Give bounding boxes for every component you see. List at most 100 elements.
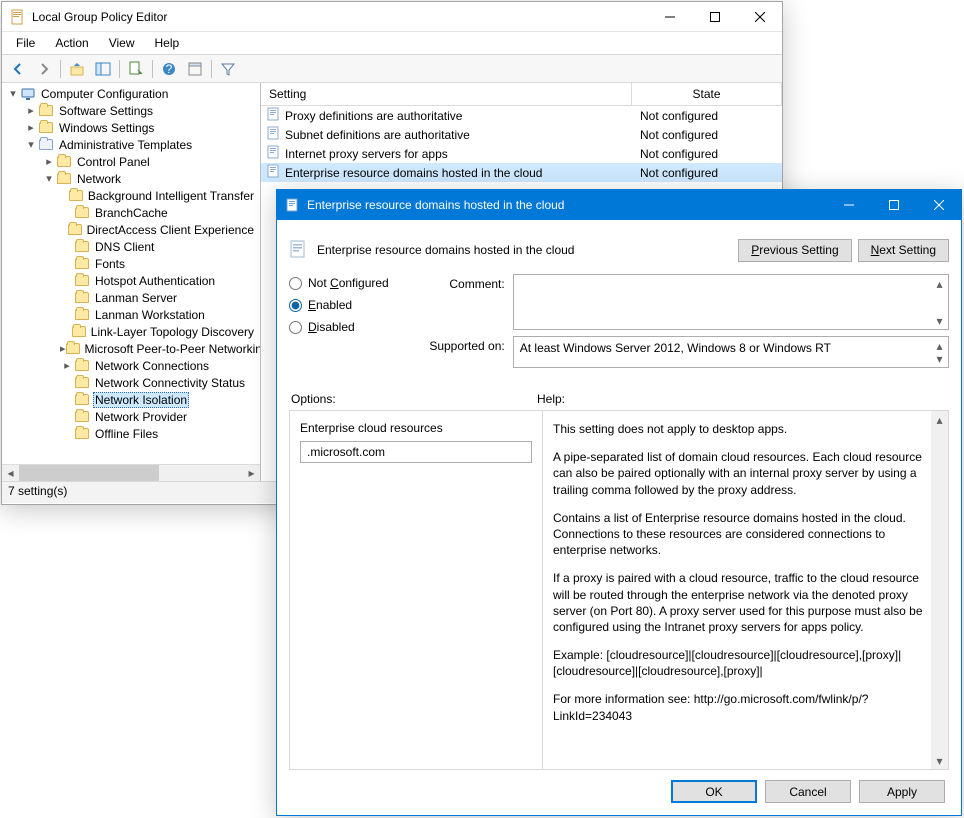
tree-node[interactable]: ▸Network Provider	[2, 408, 260, 425]
radio-enabled[interactable]: Enabled	[289, 298, 389, 312]
previous-setting-button[interactable]: Previous Setting	[738, 239, 851, 262]
list-row[interactable]: Internet proxy servers for appsNot confi…	[261, 144, 782, 163]
expand-icon[interactable]: ▸	[24, 104, 38, 117]
tree-node[interactable]: ▸Network Connections	[2, 357, 260, 374]
tree-node-label: Lanman Server	[93, 291, 179, 305]
setting-icon	[267, 107, 281, 124]
export-button[interactable]	[124, 58, 148, 80]
scroll-down-icon[interactable]: ▾	[931, 312, 948, 329]
help-label: Help:	[535, 388, 949, 410]
list-header[interactable]: Setting State	[261, 83, 782, 106]
scroll-up-icon[interactable]: ▴	[931, 275, 948, 292]
dlg-close-button[interactable]	[916, 190, 961, 220]
folder-icon	[74, 409, 90, 425]
tree-node[interactable]: ▸Microsoft Peer-to-Peer Networking	[2, 340, 260, 357]
comment-textbox[interactable]: ▴ ▾	[513, 274, 949, 330]
tree-node[interactable]: ▸DirectAccess Client Experience	[2, 221, 260, 238]
folder-icon	[69, 188, 83, 204]
enterprise-cloud-resources-input[interactable]	[300, 441, 532, 463]
up-button[interactable]	[65, 58, 89, 80]
col-setting[interactable]: Setting	[261, 83, 632, 105]
tree-node[interactable]: ▸Offline Files	[2, 425, 260, 442]
help-button[interactable]: ?	[157, 58, 181, 80]
expand-icon[interactable]: ▾	[24, 138, 38, 151]
setting-label: Enterprise resource domains hosted in th…	[285, 166, 542, 180]
setting-state: Not configured	[632, 166, 782, 180]
scroll-down-icon[interactable]: ▾	[931, 752, 948, 769]
tree-node[interactable]: ▸Fonts	[2, 255, 260, 272]
folder-icon	[38, 120, 54, 136]
dlg-title: Enterprise resource domains hosted in th…	[307, 198, 826, 212]
minimize-button[interactable]	[647, 2, 692, 31]
scroll-left-icon[interactable]: ◂	[2, 465, 19, 481]
dlg-minimize-button[interactable]	[826, 190, 871, 220]
dlg-titlebar[interactable]: Enterprise resource domains hosted in th…	[277, 190, 961, 220]
help-text: For more information see: http://go.micr…	[553, 691, 926, 723]
scroll-down-icon[interactable]: ▾	[931, 350, 948, 367]
tree-node[interactable]: ▸BranchCache	[2, 204, 260, 221]
tree-node[interactable]: ▸Windows Settings	[2, 119, 260, 136]
help-v-scrollbar[interactable]: ▴ ▾	[931, 411, 948, 769]
maximize-button[interactable]	[692, 2, 737, 31]
apply-button[interactable]: Apply	[859, 780, 945, 803]
setting-label: Subnet definitions are authoritative	[285, 128, 470, 142]
list-row[interactable]: Proxy definitions are authoritativeNot c…	[261, 106, 782, 125]
tree-node[interactable]: ▸Lanman Workstation	[2, 306, 260, 323]
tree-node-label: Computer Configuration	[39, 87, 170, 101]
scroll-up-icon[interactable]: ▴	[931, 411, 948, 428]
computer-icon	[20, 86, 36, 102]
tree-node[interactable]: ▾ Administrative Templates	[2, 136, 260, 153]
tree-node[interactable]: ▸ Control Panel	[2, 153, 260, 170]
tree-h-scrollbar[interactable]: ◂ ▸	[2, 464, 260, 481]
scroll-thumb[interactable]	[19, 465, 159, 481]
menu-file[interactable]: File	[8, 34, 43, 52]
nav-tree[interactable]: ▾ Computer Configuration▸Software Setting…	[2, 83, 260, 464]
forward-button[interactable]	[32, 58, 56, 80]
filter-button[interactable]	[216, 58, 240, 80]
supported-on-label: Supported on:	[417, 336, 505, 353]
folder-icon	[74, 290, 90, 306]
dlg-maximize-button[interactable]	[871, 190, 916, 220]
expand-icon[interactable]: ▾	[6, 87, 20, 100]
folder-icon	[72, 324, 86, 340]
properties-button[interactable]	[183, 58, 207, 80]
tree-node[interactable]: ▸Network Isolation	[2, 391, 260, 408]
list-row[interactable]: Enterprise resource domains hosted in th…	[261, 163, 782, 182]
cancel-button[interactable]: Cancel	[765, 780, 851, 803]
tree-node-label: Control Panel	[75, 155, 152, 169]
tree-node[interactable]: ▸Software Settings	[2, 102, 260, 119]
next-setting-button[interactable]: Next Setting	[858, 239, 949, 262]
expand-icon[interactable]: ▸	[42, 155, 56, 168]
scroll-right-icon[interactable]: ▸	[243, 465, 260, 481]
tree-node-label: Administrative Templates	[57, 138, 194, 152]
tree-node[interactable]: ▾Network	[2, 170, 260, 187]
tree-node[interactable]: ▸Lanman Server	[2, 289, 260, 306]
close-button[interactable]	[737, 2, 782, 31]
setting-state: Not configured	[632, 128, 782, 142]
tree-node-label: Network Connectivity Status	[93, 376, 247, 390]
list-row[interactable]: Subnet definitions are authoritative Not …	[261, 125, 782, 144]
show-hide-tree-button[interactable]	[91, 58, 115, 80]
tree-node[interactable]: ▸Hotspot Authentication	[2, 272, 260, 289]
radio-disabled[interactable]: Disabled	[289, 320, 389, 334]
expand-icon[interactable]: ▸	[60, 359, 74, 372]
gpe-titlebar[interactable]: Local Group Policy Editor	[2, 2, 782, 32]
expand-icon[interactable]: ▾	[42, 172, 56, 185]
radio-not-configured[interactable]: Not Configured	[289, 276, 389, 290]
menu-view[interactable]: View	[101, 34, 143, 52]
tree-node[interactable]: ▸Background Intelligent Transfer	[2, 187, 260, 204]
col-state[interactable]: State	[632, 83, 782, 105]
back-button[interactable]	[6, 58, 30, 80]
policy-icon	[285, 197, 301, 213]
setting-state: Not configured	[632, 109, 782, 123]
tree-node[interactable]: ▸Link-Layer Topology Discovery	[2, 323, 260, 340]
tree-node[interactable]: ▸Network Connectivity Status	[2, 374, 260, 391]
ok-button[interactable]: OK	[671, 780, 757, 803]
tree-node[interactable]: ▸DNS Client	[2, 238, 260, 255]
help-text: This setting does not apply to desktop a…	[553, 421, 926, 437]
expand-icon[interactable]: ▸	[24, 121, 38, 134]
help-pane: This setting does not apply to desktop a…	[543, 411, 948, 769]
menu-help[interactable]: Help	[147, 34, 188, 52]
menu-action[interactable]: Action	[47, 34, 96, 52]
tree-node[interactable]: ▾ Computer Configuration	[2, 85, 260, 102]
